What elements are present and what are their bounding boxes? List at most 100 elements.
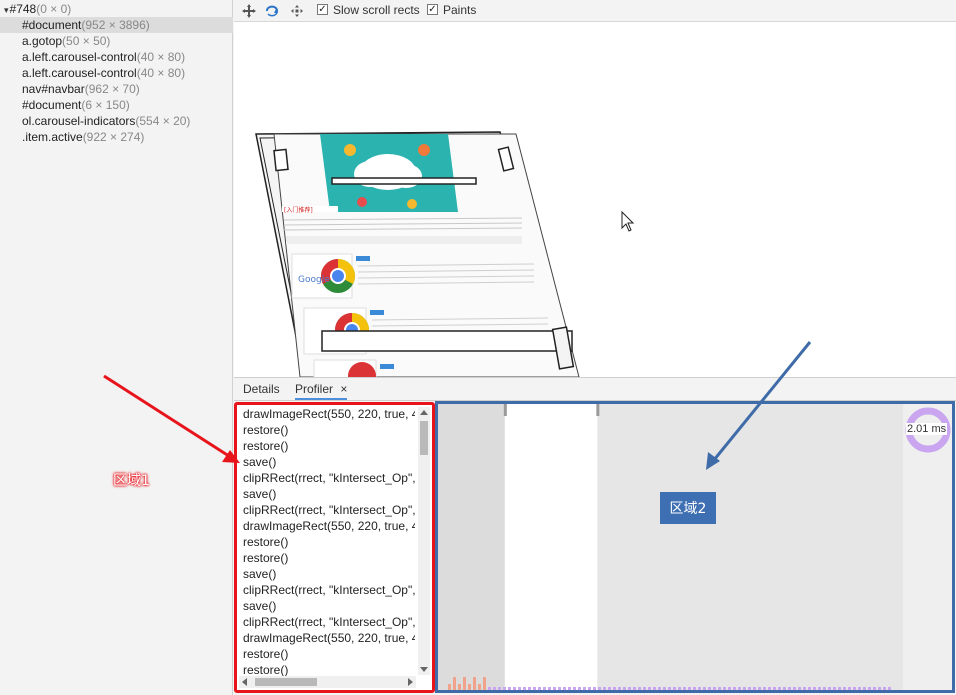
timeline-bar bbox=[448, 684, 451, 690]
paint-profiler-timeline[interactable]: 区域2 2.01 ms bbox=[435, 401, 955, 693]
scroll-down-icon[interactable] bbox=[418, 665, 430, 675]
layer-3d-view[interactable]: [入门推荐] Google bbox=[234, 22, 956, 377]
timeline-bar bbox=[603, 687, 606, 690]
layer-dimensions: (0 × 0) bbox=[36, 2, 72, 16]
command-text: clipRRect(rrect, "kIntersect_Op", t bbox=[243, 471, 415, 485]
timeline-bar bbox=[858, 687, 861, 690]
layer-dimensions: (50 × 50) bbox=[62, 34, 111, 48]
layer-dimensions: (40 × 80) bbox=[136, 66, 186, 80]
timeline-bar bbox=[668, 687, 671, 690]
timeline-bar bbox=[823, 687, 826, 690]
command-text: save() bbox=[243, 455, 277, 469]
layers-toolbar: ✓ Slow scroll rects ✓ Paints bbox=[234, 0, 956, 22]
timeline-bar bbox=[458, 684, 461, 690]
timeline-bar bbox=[508, 687, 511, 690]
command-row[interactable]: restore() bbox=[243, 550, 415, 566]
rotate-mode-icon[interactable] bbox=[264, 3, 280, 19]
timeline-bar bbox=[573, 687, 576, 690]
command-row[interactable]: clipRRect(rrect, "kIntersect_Op", t bbox=[243, 582, 415, 598]
layer-tree-item[interactable]: ▾#748(0 × 0) bbox=[0, 1, 233, 17]
timeline-bar bbox=[753, 687, 756, 690]
layer-name: .item.active bbox=[22, 130, 83, 144]
timeline-bar bbox=[558, 687, 561, 690]
timeline-bar bbox=[793, 687, 796, 690]
timeline-bar bbox=[878, 687, 881, 690]
region1-label: 区域1 bbox=[113, 473, 150, 489]
command-row[interactable]: save() bbox=[243, 454, 415, 470]
timeline-bar bbox=[838, 687, 841, 690]
command-row[interactable]: save() bbox=[243, 486, 415, 502]
command-row[interactable]: clipRRect(rrect, "kIntersect_Op", t bbox=[243, 502, 415, 518]
command-row[interactable]: drawImageRect(550, 220, true, 46 bbox=[243, 518, 415, 534]
layer-tree-item[interactable]: .item.active(922 × 274) bbox=[0, 129, 233, 145]
slow-scroll-checkbox[interactable]: ✓ bbox=[317, 4, 328, 15]
command-row[interactable]: restore() bbox=[243, 438, 415, 454]
layer-tree-item[interactable]: a.left.carousel-control(40 × 80) bbox=[0, 49, 233, 65]
timeline-bar bbox=[653, 687, 656, 690]
layer-dimensions: (554 × 20) bbox=[135, 114, 191, 128]
layer-name: a.gotop bbox=[22, 34, 63, 48]
horizontal-scroll-thumb[interactable] bbox=[255, 678, 317, 686]
timeline-bar bbox=[608, 687, 611, 690]
devtools-layers-panel: ▾#748(0 × 0) #document(952 × 3896) a.gotop… bbox=[0, 0, 956, 695]
timeline-bar bbox=[863, 687, 866, 690]
layer-tree-item[interactable]: #document(952 × 3896) bbox=[0, 17, 233, 33]
timeline-bar bbox=[713, 687, 716, 690]
tab-details[interactable]: Details bbox=[243, 382, 280, 396]
scroll-left-icon[interactable] bbox=[239, 676, 249, 688]
command-row[interactable]: save() bbox=[243, 566, 415, 582]
paint-command-log[interactable]: drawImageRect(550, 220, true, 46 restore(… bbox=[234, 402, 435, 693]
timeline-bar bbox=[688, 687, 691, 690]
layer-tree-item[interactable]: nav#navbar(962 × 70) bbox=[0, 81, 233, 97]
command-row[interactable]: drawImageRect(550, 220, true, 46 bbox=[243, 630, 415, 646]
timeline-bar bbox=[758, 687, 761, 690]
timeline-bar bbox=[638, 687, 641, 690]
layer-tree-item[interactable]: ol.carousel-indicators(554 × 20) bbox=[0, 113, 233, 129]
reset-transform-icon[interactable] bbox=[289, 3, 305, 19]
layer-tree-item[interactable]: a.left.carousel-control(40 × 80) bbox=[0, 65, 233, 81]
command-list-horizontal-scrollbar[interactable] bbox=[239, 676, 416, 688]
command-row[interactable]: drawImageRect(550, 220, true, 46 bbox=[243, 406, 415, 422]
timeline-bar bbox=[703, 687, 706, 690]
expand-triangle-icon[interactable]: ▾ bbox=[4, 5, 9, 15]
timeline-bar bbox=[683, 687, 686, 690]
vertical-scroll-thumb[interactable] bbox=[420, 421, 428, 455]
timeline-bar bbox=[833, 687, 836, 690]
scroll-up-icon[interactable] bbox=[418, 407, 430, 417]
timeline-bar bbox=[828, 687, 831, 690]
timeline-bar bbox=[678, 687, 681, 690]
timeline-bar bbox=[763, 687, 766, 690]
timeline-bar bbox=[818, 687, 821, 690]
command-text: save() bbox=[243, 599, 277, 613]
timeline-bar bbox=[598, 687, 601, 690]
timeline-bar bbox=[743, 687, 746, 690]
selection-handle-left bbox=[503, 404, 507, 416]
tab-profiler[interactable]: Profiler × bbox=[295, 382, 348, 400]
command-text: restore() bbox=[243, 551, 289, 565]
layer-name: a.left.carousel-control bbox=[22, 66, 137, 80]
command-text: save() bbox=[243, 567, 277, 581]
paints-checkbox[interactable]: ✓ bbox=[427, 4, 438, 15]
command-row[interactable]: save() bbox=[243, 598, 415, 614]
command-text: restore() bbox=[243, 439, 289, 453]
command-row[interactable]: clipRRect(rrect, "kIntersect_Op", t bbox=[243, 470, 415, 486]
command-text: save() bbox=[243, 487, 277, 501]
command-row[interactable]: restore() bbox=[243, 646, 415, 662]
scroll-right-icon[interactable] bbox=[406, 676, 416, 688]
tab-close-icon[interactable]: × bbox=[340, 382, 347, 396]
layer-dimensions: (40 × 80) bbox=[136, 50, 186, 64]
timeline-bar bbox=[843, 687, 846, 690]
timeline-bar bbox=[548, 687, 551, 690]
layer-tree-item[interactable]: #document(6 × 150) bbox=[0, 97, 233, 113]
layer-name: #document bbox=[22, 18, 82, 32]
command-text: drawImageRect(550, 220, true, 46 bbox=[243, 407, 415, 421]
timeline-bar bbox=[553, 687, 556, 690]
command-row[interactable]: restore() bbox=[243, 422, 415, 438]
layer-tree-item[interactable]: a.gotop(50 × 50) bbox=[0, 33, 233, 49]
command-row[interactable]: restore() bbox=[243, 534, 415, 550]
command-list-vertical-scrollbar[interactable] bbox=[418, 407, 430, 675]
command-row[interactable]: clipRRect(rrect, "kIntersect_Op", t bbox=[243, 614, 415, 630]
timeline-bar bbox=[888, 687, 891, 690]
timeline-bar bbox=[673, 687, 676, 690]
pan-mode-icon[interactable] bbox=[241, 3, 257, 19]
